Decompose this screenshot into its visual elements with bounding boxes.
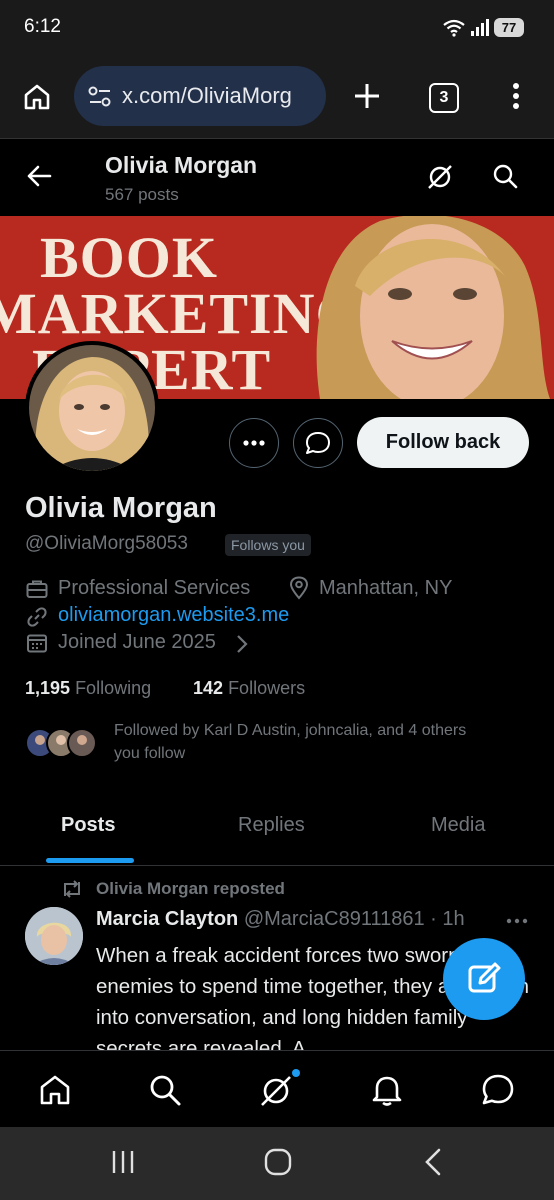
profile-handle: @OliviaMorg58053 xyxy=(25,533,188,554)
following-count-link[interactable]: 1,195 Following xyxy=(25,678,151,699)
site-settings-icon[interactable] xyxy=(88,86,112,108)
post-author-handle[interactable]: @MarciaC89111861 · 1h xyxy=(244,908,465,930)
explore-search-icon[interactable] xyxy=(148,1073,182,1107)
browser-home-icon[interactable] xyxy=(22,82,52,112)
link-icon xyxy=(26,606,48,628)
browser-toolbar: x.com/OliviaMorg 3 xyxy=(0,58,554,139)
grok-nav-icon[interactable] xyxy=(258,1069,300,1109)
tab-posts[interactable]: Posts xyxy=(61,814,115,837)
messages-icon[interactable] xyxy=(480,1072,516,1108)
followed-by-text[interactable]: Followed by Karl D Austin, johncalia, an… xyxy=(114,719,494,765)
tab-replies[interactable]: Replies xyxy=(238,814,305,837)
repost-icon xyxy=(60,880,84,898)
back-arrow-icon[interactable] xyxy=(26,164,52,188)
status-time: 6:12 xyxy=(24,16,61,37)
post-author-line[interactable]: Marcia Clayton @MarciaC89111861 · 1h xyxy=(96,908,465,931)
tab-switcher-button[interactable]: 3 xyxy=(429,83,459,113)
more-options-button[interactable] xyxy=(229,418,279,468)
post-author-name[interactable]: Marcia Clayton xyxy=(96,908,238,930)
profile-name: Olivia Morgan xyxy=(25,492,217,524)
calendar-icon xyxy=(26,632,48,654)
battery-indicator: 77 xyxy=(494,18,524,37)
active-tab-indicator xyxy=(46,858,134,863)
notifications-bell-icon[interactable] xyxy=(371,1073,403,1107)
post-more-icon[interactable] xyxy=(506,918,528,924)
system-navigation-bar xyxy=(0,1127,554,1200)
profile-title: Olivia Morgan xyxy=(105,152,258,178)
status-bar: 6:12 77 xyxy=(0,0,554,58)
grok-icon[interactable] xyxy=(425,162,455,192)
wifi-icon xyxy=(442,19,466,37)
followers-count: 142 xyxy=(193,678,224,698)
following-label: Following xyxy=(75,678,152,698)
tab-divider xyxy=(0,865,554,866)
followers-label: Followers xyxy=(228,678,306,698)
follow-back-button[interactable]: Follow back xyxy=(357,417,529,468)
recent-apps-icon[interactable] xyxy=(110,1149,136,1175)
profile-location: Manhattan, NY xyxy=(319,577,453,599)
joined-date: Joined June 2025 xyxy=(58,631,216,653)
mutual-followers-avatars[interactable] xyxy=(25,727,99,759)
followers-count-link[interactable]: 142 Followers xyxy=(193,678,305,699)
system-home-icon[interactable] xyxy=(264,1148,292,1176)
post-count: 567 posts xyxy=(105,185,179,204)
search-icon[interactable] xyxy=(492,163,518,189)
briefcase-icon xyxy=(26,579,48,599)
compose-icon xyxy=(468,962,501,993)
location-pin-icon xyxy=(289,576,309,600)
profile-category: Professional Services xyxy=(58,577,251,599)
post-author-avatar[interactable] xyxy=(25,907,83,965)
follows-you-badge: Follows you xyxy=(225,534,311,556)
profile-top-bar: Olivia Morgan 567 posts xyxy=(0,140,554,216)
more-dots-icon xyxy=(243,440,265,446)
tab-media[interactable]: Media xyxy=(431,814,485,837)
chevron-right-icon[interactable] xyxy=(236,634,248,654)
following-count: 1,195 xyxy=(25,678,71,698)
message-bubble-icon xyxy=(306,432,330,454)
profile-website-link[interactable]: oliviamorgan.website3.me xyxy=(58,604,289,627)
home-icon[interactable] xyxy=(38,1073,72,1107)
url-bar[interactable]: x.com/OliviaMorg xyxy=(74,66,326,126)
signal-icon xyxy=(470,19,490,37)
bottom-navigation xyxy=(0,1050,554,1127)
compose-post-button[interactable] xyxy=(443,938,525,1020)
message-button[interactable] xyxy=(293,418,343,468)
banner-portrait xyxy=(300,216,554,399)
repost-label: Olivia Morgan reposted xyxy=(96,879,285,898)
profile-avatar[interactable] xyxy=(25,341,159,475)
system-back-icon[interactable] xyxy=(424,1148,442,1176)
new-tab-icon[interactable] xyxy=(353,82,381,110)
browser-menu-icon[interactable] xyxy=(512,82,520,110)
url-text[interactable]: x.com/OliviaMorg xyxy=(122,83,322,109)
